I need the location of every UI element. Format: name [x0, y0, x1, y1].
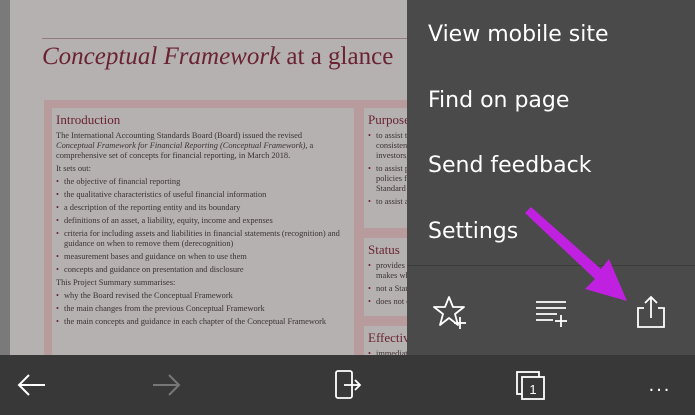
effective-heading: Effective	[368, 330, 410, 345]
status-heading: Status	[368, 242, 400, 257]
more-icon[interactable]: ...	[640, 365, 680, 405]
list-item: the main changes from the previous Conce…	[56, 304, 350, 314]
list-item-cont: makes whe	[376, 271, 410, 280]
star-plus-icon[interactable]	[431, 292, 471, 332]
title-rule	[42, 38, 410, 39]
title-rest: at a glance	[280, 43, 394, 70]
menu-item-view-mobile-site[interactable]: View mobile site	[428, 22, 609, 47]
summary-line: This Project Summary summarises:	[56, 278, 176, 287]
list-item: the qualitative characteristics of usefu…	[56, 190, 350, 200]
title-italic: Conceptual Framework	[42, 43, 281, 70]
back-arrow-icon[interactable]	[12, 365, 52, 405]
intro-line-1: The International Accounting Standards B…	[56, 131, 303, 140]
list-item-cont: consistent c	[376, 141, 410, 150]
document-title: Conceptual Framework at a glance	[42, 43, 393, 71]
list-item: definitions of an asset, a liability, eq…	[56, 216, 350, 226]
list-item: concepts and guidance on presentation an…	[56, 265, 350, 275]
list-item: to assist pre	[368, 164, 410, 174]
list-item-cont: Standard ap	[376, 184, 410, 193]
list-item-cont: investors, le	[376, 151, 410, 160]
list-item: not a Stand	[368, 284, 410, 294]
list-item: to assist all	[368, 197, 410, 207]
list-item: provides co	[368, 261, 410, 271]
purpose-heading: Purpose	[368, 112, 410, 127]
intro-paragraph: The International Accounting Standards B…	[56, 131, 348, 161]
menu-item-find-on-page[interactable]: Find on page	[428, 88, 569, 113]
menu-item-send-feedback[interactable]: Send feedback	[428, 153, 591, 178]
list-item: why the Board revised the Conceptual Fra…	[56, 291, 350, 301]
document-page: Conceptual Framework at a glance Introdu…	[10, 0, 410, 355]
list-item-cont: policies for	[376, 174, 410, 183]
share-icon[interactable]	[631, 292, 671, 332]
intro-line-2-rest: , a	[305, 141, 314, 150]
menu-item-settings[interactable]: Settings	[428, 219, 518, 244]
effective-box: Effective immediate	[356, 318, 410, 355]
status-box: Status provides co makes whe not a Stand…	[356, 230, 410, 324]
tab-count: 1	[529, 382, 536, 397]
introduction-heading: Introduction	[56, 112, 121, 127]
document-view[interactable]: Conceptual Framework at a glance Introdu…	[0, 0, 410, 355]
list-item: to assist the	[368, 131, 410, 141]
continue-on-pc-icon[interactable]	[328, 365, 368, 405]
bottom-toolbar: 1 ...	[0, 355, 695, 415]
list-item: the objective of financial reporting	[56, 177, 350, 187]
forward-arrow-icon[interactable]	[146, 365, 186, 405]
intro-line-2-italic: Conceptual Framework for Financial Repor…	[56, 141, 306, 150]
tabs-icon[interactable]: 1	[510, 365, 550, 405]
list-item: does not ov	[368, 297, 410, 307]
list-item: criteria for including assets and liabil…	[56, 229, 350, 249]
sets-out: It sets out:	[56, 164, 91, 173]
intro-line-3: comprehensive set of concepts for financ…	[56, 151, 291, 160]
annotation-arrow-icon	[525, 207, 627, 301]
introduction-box: Introduction The International Accountin…	[44, 100, 362, 355]
list-item: a description of the reporting entity an…	[56, 203, 350, 213]
purpose-box: Purpose to assist the consistent c inves…	[356, 100, 410, 236]
list-item: measurement bases and guidance on when t…	[56, 252, 350, 262]
list-item: the main concepts and guidance in each c…	[56, 317, 350, 327]
